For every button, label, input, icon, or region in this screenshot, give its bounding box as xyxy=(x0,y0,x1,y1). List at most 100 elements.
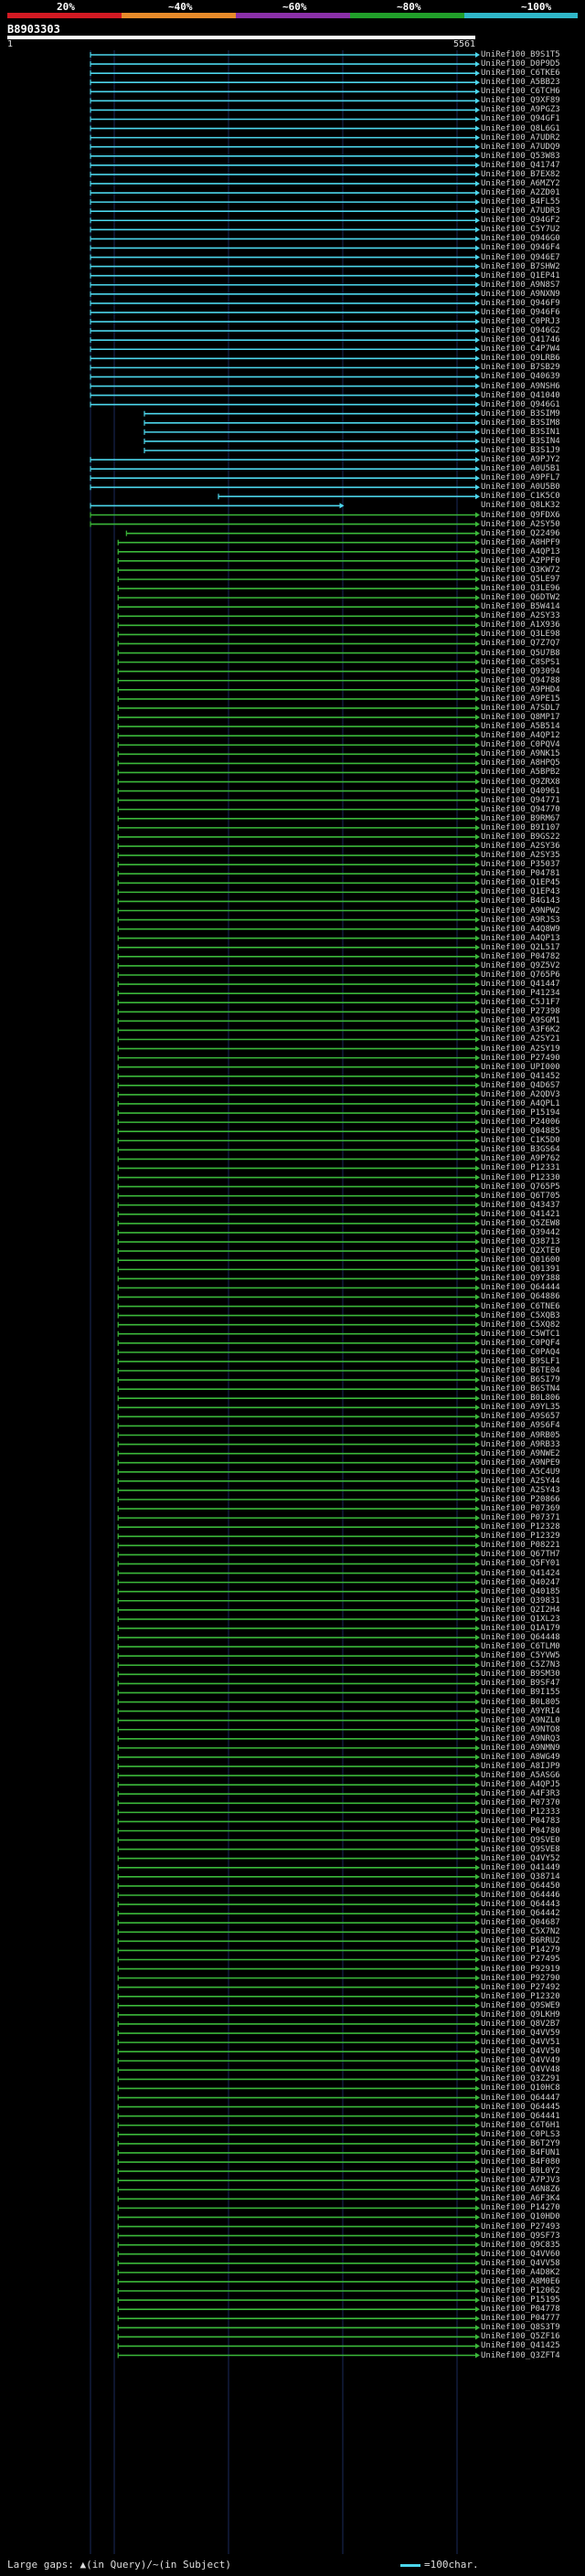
hit-label[interactable]: UniRef100_Q946F6 xyxy=(481,308,560,317)
hit-label[interactable]: UniRef100_Q1XL23 xyxy=(481,1615,560,1624)
hit-label[interactable]: UniRef100_B9RM67 xyxy=(481,814,560,823)
hit-label[interactable]: UniRef100_Q8L6G1 xyxy=(481,124,560,133)
hit-label[interactable]: UniRef100_Q04885 xyxy=(481,1127,560,1136)
hit-label[interactable]: UniRef100_C6TCH6 xyxy=(481,87,560,96)
hit-label[interactable]: UniRef100_B6TE04 xyxy=(481,1366,560,1375)
hit-label[interactable]: UniRef100_Q41425 xyxy=(481,2341,560,2350)
hit-label[interactable]: UniRef100_Q94788 xyxy=(481,676,560,685)
hit-label[interactable]: UniRef100_A8M0E6 xyxy=(481,2277,560,2286)
hit-label[interactable]: UniRef100_P20866 xyxy=(481,1495,560,1504)
hit-label[interactable]: UniRef100_B7SHW2 xyxy=(481,262,560,271)
hit-label[interactable]: UniRef100_Q946G1 xyxy=(481,400,560,409)
hit-label[interactable]: UniRef100_A9PGZ3 xyxy=(481,105,560,114)
hit-label[interactable]: UniRef100_C5X7N2 xyxy=(481,1927,560,1936)
hit-label[interactable]: UniRef100_P27493 xyxy=(481,2222,560,2231)
hit-label[interactable]: UniRef100_Q1A179 xyxy=(481,1624,560,1633)
hit-label[interactable]: UniRef100_P12329 xyxy=(481,1532,560,1541)
hit-label[interactable]: UniRef100_A6MZY2 xyxy=(481,179,560,188)
hit-label[interactable]: UniRef100_B3SIN4 xyxy=(481,437,560,446)
hit-label[interactable]: UniRef100_Q64886 xyxy=(481,1292,560,1301)
hit-label[interactable]: UniRef100_Q9SVE0 xyxy=(481,1836,560,1845)
hit-label[interactable]: UniRef100_Q1EP41 xyxy=(481,271,560,281)
hit-label[interactable]: UniRef100_B9I155 xyxy=(481,1688,560,1697)
hit-label[interactable]: UniRef100_C0PRJ3 xyxy=(481,317,560,326)
hit-label[interactable]: UniRef100_Q5FY01 xyxy=(481,1559,560,1568)
hit-label[interactable]: UniRef100_Q3KW72 xyxy=(481,566,560,575)
hit-label[interactable]: UniRef100_Q67TH7 xyxy=(481,1550,560,1559)
hit-label[interactable]: UniRef100_C6TLM0 xyxy=(481,1642,560,1651)
hit-label[interactable]: UniRef100_A6F3K4 xyxy=(481,2194,560,2203)
hit-label[interactable]: UniRef100_Q64441 xyxy=(481,2112,560,2121)
hit-label[interactable]: UniRef100_B9SM30 xyxy=(481,1670,560,1679)
hit-label[interactable]: UniRef100_P07370 xyxy=(481,1798,560,1807)
hit-label[interactable]: UniRef100_A4D8K2 xyxy=(481,2268,560,2277)
hit-label[interactable]: UniRef100_P04782 xyxy=(481,952,560,961)
hit-label[interactable]: UniRef100_Q9LKH9 xyxy=(481,2010,560,2019)
hit-label[interactable]: UniRef100_Q64448 xyxy=(481,1633,560,1642)
hit-label[interactable]: UniRef100_P12331 xyxy=(481,1163,560,1172)
hit-label[interactable]: UniRef100_A8IJP9 xyxy=(481,1762,560,1771)
hit-label[interactable]: UniRef100_A2PPF0 xyxy=(481,557,560,566)
hit-label[interactable]: UniRef100_Q41449 xyxy=(481,1863,560,1872)
hit-label[interactable]: UniRef100_Q9Y388 xyxy=(481,1274,560,1283)
hit-label[interactable]: UniRef100_A4QP13 xyxy=(481,547,560,557)
hit-label[interactable]: UniRef100_C6TNE6 xyxy=(481,1302,560,1311)
hit-label[interactable]: UniRef100_A5BPB2 xyxy=(481,768,560,777)
hit-label[interactable]: UniRef100_A8HPF9 xyxy=(481,538,560,547)
hit-label[interactable]: UniRef100_A9RB05 xyxy=(481,1431,560,1440)
hit-label[interactable]: UniRef100_Q41746 xyxy=(481,335,560,345)
hit-label[interactable]: UniRef100_Q22496 xyxy=(481,529,560,538)
hit-label[interactable]: UniRef100_A9YRI4 xyxy=(481,1707,560,1716)
hit-label[interactable]: UniRef100_B3SIM9 xyxy=(481,409,560,419)
hit-label[interactable]: UniRef100_Q9ZRX8 xyxy=(481,778,560,787)
hit-label[interactable]: UniRef100_P92790 xyxy=(481,1974,560,1983)
hit-label[interactable]: UniRef100_A5C4U9 xyxy=(481,1468,560,1477)
hit-label[interactable]: UniRef100_Q9LRB6 xyxy=(481,354,560,363)
hit-label[interactable]: UniRef100_P07369 xyxy=(481,1504,560,1513)
hit-label[interactable]: UniRef100_Q41447 xyxy=(481,980,560,989)
hit-label[interactable]: UniRef100_Q4VV50 xyxy=(481,2047,560,2056)
hit-label[interactable]: UniRef100_A4QP13 xyxy=(481,934,560,943)
hit-label[interactable]: UniRef100_A2QDV3 xyxy=(481,1090,560,1099)
hit-label[interactable]: UniRef100_A9NPE9 xyxy=(481,1458,560,1468)
hit-label[interactable]: UniRef100_Q64442 xyxy=(481,1909,560,1918)
hit-label[interactable]: UniRef100_Q5ZEW8 xyxy=(481,1219,560,1228)
hit-label[interactable]: UniRef100_P04783 xyxy=(481,1817,560,1826)
hit-label[interactable]: UniRef100_A9NMN9 xyxy=(481,1744,560,1753)
hit-label[interactable]: UniRef100_Q4D6S7 xyxy=(481,1081,560,1090)
hit-label[interactable]: UniRef100_A2SY21 xyxy=(481,1034,560,1044)
hit-label[interactable]: UniRef100_C1K5D0 xyxy=(481,1136,560,1145)
hit-label[interactable]: UniRef100_A2SY43 xyxy=(481,1486,560,1495)
hit-label[interactable]: UniRef100_B3S1J9 xyxy=(481,446,560,455)
hit-label[interactable]: UniRef100_A9NZL0 xyxy=(481,1716,560,1725)
hit-label[interactable]: UniRef100_A4QPL1 xyxy=(481,1099,560,1108)
hit-label[interactable]: UniRef100_C5J1F7 xyxy=(481,998,560,1007)
hit-label[interactable]: UniRef100_A3F6K2 xyxy=(481,1025,560,1034)
hit-label[interactable]: UniRef100_Q7Z7Q7 xyxy=(481,639,560,648)
hit-label[interactable]: UniRef100_B4FL55 xyxy=(481,197,560,207)
hit-label[interactable]: UniRef100_Q946F4 xyxy=(481,243,560,252)
hit-label[interactable]: UniRef100_P15194 xyxy=(481,1108,560,1118)
hit-label[interactable]: UniRef100_Q5ZF16 xyxy=(481,2332,560,2341)
hit-label[interactable]: UniRef100_B0L0Y2 xyxy=(481,2167,560,2176)
hit-label[interactable]: UniRef100_Q40639 xyxy=(481,372,560,381)
hit-label[interactable]: UniRef100_Q53W83 xyxy=(481,152,560,161)
hit-label[interactable]: UniRef100_Q43437 xyxy=(481,1201,560,1210)
hit-label[interactable]: UniRef100_A9YL35 xyxy=(481,1403,560,1412)
hit-label[interactable]: UniRef100_P04777 xyxy=(481,2314,560,2323)
hit-label[interactable]: UniRef100_Q2L517 xyxy=(481,943,560,952)
hit-label[interactable]: UniRef100_Q64446 xyxy=(481,1891,560,1900)
hit-label[interactable]: UniRef100_A9NWE2 xyxy=(481,1449,560,1458)
hit-label[interactable]: UniRef100_P14270 xyxy=(481,2203,560,2212)
hit-label[interactable]: UniRef100_Q39831 xyxy=(481,1596,560,1606)
hit-label[interactable]: UniRef100_A9PE15 xyxy=(481,694,560,704)
hit-label[interactable]: UniRef100_B7EX82 xyxy=(481,170,560,179)
hit-label[interactable]: UniRef100_Q8LK32 xyxy=(481,501,560,510)
hit-label[interactable]: UniRef100_P92919 xyxy=(481,1965,560,1974)
hit-label[interactable]: UniRef100_Q40247 xyxy=(481,1578,560,1587)
hit-label[interactable]: UniRef100_P12062 xyxy=(481,2286,560,2295)
hit-label[interactable]: UniRef100_A2ZD01 xyxy=(481,188,560,197)
hit-label[interactable]: UniRef100_A9NXN9 xyxy=(481,290,560,299)
hit-label[interactable]: UniRef100_Q3LE98 xyxy=(481,630,560,639)
hit-label[interactable]: UniRef100_Q9SVE8 xyxy=(481,1845,560,1854)
